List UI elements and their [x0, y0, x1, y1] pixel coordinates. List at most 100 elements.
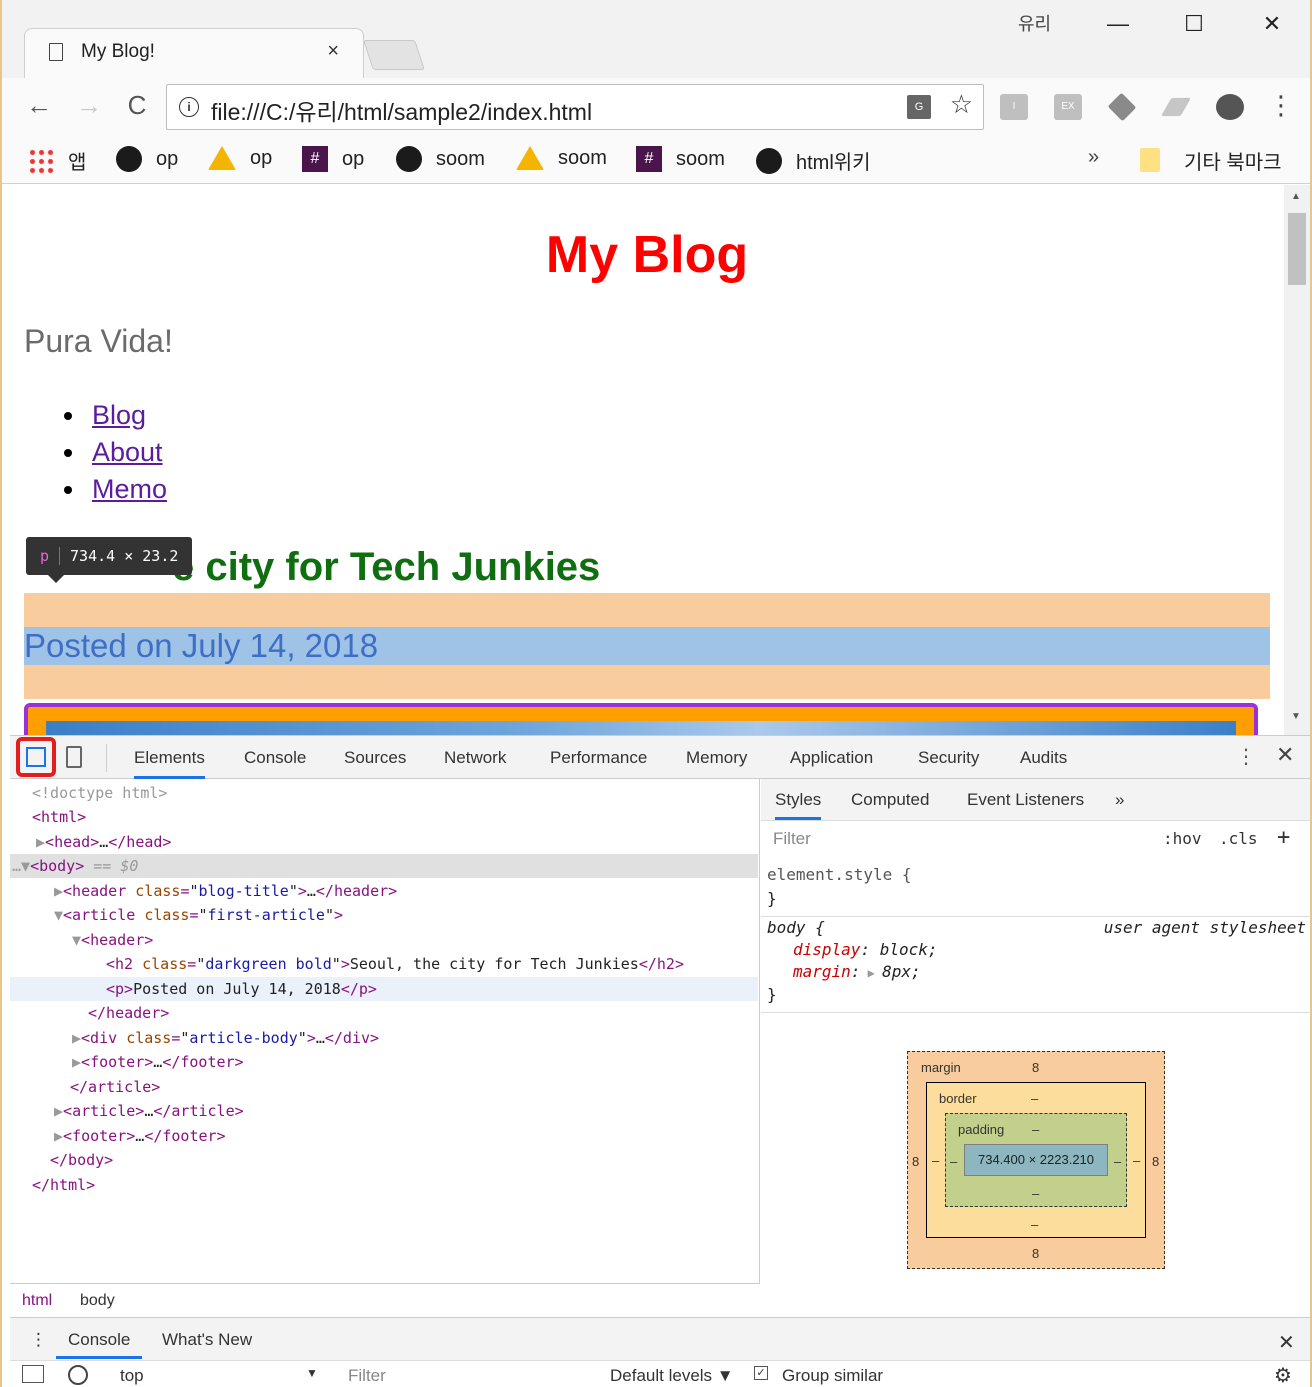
group-similar-checkbox[interactable]: ✓	[754, 1366, 768, 1380]
tab-performance[interactable]: Performance	[550, 748, 647, 768]
dom-h2[interactable]: <h2 class="darkgreen bold">Seoul, the ci…	[10, 952, 758, 976]
dom-footer[interactable]: ▶<footer>…</footer>	[10, 1124, 758, 1148]
minimize-button[interactable]: —	[1088, 6, 1148, 42]
dom-head[interactable]: ▶<head>…</head>	[10, 830, 758, 854]
url-text[interactable]: file:///C:/유리/html/sample2/index.html	[211, 93, 592, 127]
dom-article-first[interactable]: ▼<article class="first-article">	[10, 903, 758, 927]
nav-link-about[interactable]: About	[92, 437, 163, 467]
browser-tab[interactable]: My Blog! ×	[24, 28, 364, 78]
tab-computed[interactable]: Computed	[851, 790, 929, 810]
breadcrumb-body[interactable]: body	[80, 1292, 115, 1310]
tab-styles[interactable]: Styles	[775, 790, 822, 820]
dom-header[interactable]: ▼<header>	[10, 928, 758, 952]
styles-more-button[interactable]: »	[1115, 790, 1124, 810]
extension-layers-icon[interactable]	[1107, 92, 1137, 122]
log-levels-select[interactable]: Default levels ▼	[610, 1366, 734, 1386]
device-toolbar-icon[interactable]	[66, 746, 82, 768]
sidebar-toggle-icon[interactable]	[22, 1365, 44, 1383]
bookmark-item[interactable]: # op	[302, 146, 364, 172]
box-model-content[interactable]: 734.400 × 2223.210	[964, 1144, 1108, 1176]
page-scrollbar[interactable]: ▲ ▼	[1284, 185, 1310, 735]
info-icon[interactable]: i	[179, 97, 199, 117]
tab-application[interactable]: Application	[790, 748, 873, 768]
dom-div-article-body[interactable]: ▶<div class="article-body">…</div>	[10, 1026, 758, 1050]
maximize-button[interactable]: ☐	[1164, 6, 1224, 42]
close-window-button[interactable]: ✕	[1242, 6, 1302, 42]
tab-network[interactable]: Network	[444, 748, 506, 768]
scroll-down-icon[interactable]: ▼	[1291, 711, 1301, 722]
scroll-thumb[interactable]	[1288, 213, 1306, 285]
drawer-tab-console[interactable]: Console	[56, 1330, 143, 1359]
clear-console-icon[interactable]	[68, 1365, 88, 1385]
dom-doctype[interactable]: <!doctype html>	[10, 781, 758, 805]
dom-html[interactable]: <html>	[10, 805, 758, 829]
console-settings-gear-icon[interactable]: ⚙	[1274, 1363, 1292, 1387]
dom-p-hovered[interactable]: <p>Posted on July 14, 2018</p>	[10, 977, 758, 1001]
address-bar[interactable]: i file:///C:/유리/html/sample2/index.html …	[166, 84, 984, 130]
devtools-menu-icon[interactable]: ⋮	[1236, 744, 1256, 769]
other-bookmarks[interactable]: 기타 북마크	[1184, 146, 1282, 175]
translate-icon[interactable]: G	[907, 95, 931, 119]
article-image	[46, 721, 1236, 735]
bookmark-item[interactable]: op	[116, 146, 178, 172]
bookmark-item[interactable]: html위키	[756, 146, 871, 175]
tab-sources[interactable]: Sources	[344, 748, 406, 768]
folder-icon[interactable]	[1140, 148, 1160, 172]
tab-memory[interactable]: Memory	[686, 748, 747, 768]
dom-footer-inner[interactable]: ▶<footer>…</footer>	[10, 1050, 758, 1074]
console-filter-input[interactable]: Filter	[348, 1366, 386, 1386]
inspect-element-icon[interactable]	[16, 737, 56, 777]
element-style-rule[interactable]: element.style { }	[761, 863, 1310, 917]
drawer-tab-whats-new[interactable]: What's New	[162, 1330, 252, 1350]
chrome-menu-icon[interactable]: ⋮	[1268, 90, 1294, 121]
cls-toggle[interactable]: .cls	[1219, 829, 1258, 848]
dom-article-close[interactable]: </article>	[10, 1075, 758, 1099]
drawer-close-icon[interactable]: ✕	[1278, 1330, 1295, 1355]
box-model-border[interactable]: border – – – – padding – – – – 734.400 ×…	[926, 1082, 1146, 1238]
bookmark-item[interactable]: # soom	[636, 146, 725, 172]
box-model-padding[interactable]: padding – – – – 734.400 × 2223.210	[945, 1113, 1127, 1207]
new-tab-button[interactable]	[363, 40, 425, 70]
bookmark-apps[interactable]: 앱	[28, 146, 86, 175]
drawer-menu-icon[interactable]: ⋮	[30, 1330, 47, 1350]
new-rule-button[interactable]: +	[1277, 825, 1290, 850]
box-model-margin[interactable]: margin 8 8 8 8 border – – – – padding – …	[907, 1051, 1165, 1269]
devtools-close-icon[interactable]: ✕	[1276, 742, 1294, 768]
dom-html-close[interactable]: </html>	[10, 1173, 758, 1197]
dom-header-close[interactable]: </header>	[10, 1001, 758, 1025]
extension-ex-icon[interactable]: EX	[1054, 94, 1082, 120]
scroll-up-icon[interactable]: ▲	[1291, 191, 1301, 202]
breadcrumb: html body	[10, 1283, 760, 1317]
tab-security[interactable]: Security	[918, 748, 979, 768]
tab-event-listeners[interactable]: Event Listeners	[967, 790, 1084, 810]
hov-toggle[interactable]: :hov	[1163, 829, 1202, 848]
extension-evernote-icon[interactable]	[1216, 94, 1244, 120]
styles-filter-input[interactable]: Filter	[765, 825, 1145, 855]
nav-link-memo[interactable]: Memo	[92, 474, 167, 504]
dom-article-second[interactable]: ▶<article>…</article>	[10, 1099, 758, 1123]
bookmarks-more-button[interactable]: »	[1088, 146, 1099, 169]
dom-body-selected[interactable]: …▼<body> == $0	[10, 854, 758, 878]
bookmark-item[interactable]: soom	[396, 146, 485, 172]
reload-button[interactable]: C	[120, 90, 154, 121]
back-button[interactable]: ←	[22, 90, 56, 121]
bookmark-star-icon[interactable]: ☆	[950, 89, 973, 120]
tab-elements[interactable]: Elements	[134, 748, 205, 779]
tab-audits[interactable]: Audits	[1020, 748, 1067, 768]
context-select[interactable]: top	[120, 1366, 144, 1386]
body-ua-rule[interactable]: body { user agent stylesheet display: bl…	[761, 917, 1310, 1013]
console-drawer: ⋮ Console What's New ✕ top ▼ Filter Defa…	[10, 1317, 1310, 1387]
bookmark-item[interactable]: soom	[516, 146, 607, 170]
chevron-down-icon[interactable]: ▼	[306, 1366, 318, 1380]
dom-body-close[interactable]: </body>	[10, 1148, 758, 1172]
breadcrumb-html[interactable]: html	[22, 1292, 52, 1310]
tab-console[interactable]: Console	[244, 748, 306, 768]
nav-link-blog[interactable]: Blog	[92, 400, 146, 430]
extension-i-icon[interactable]: I	[1000, 94, 1028, 120]
bookmark-item[interactable]: op	[208, 146, 272, 170]
dom-header-blog-title[interactable]: ▶<header class="blog-title">…</header>	[10, 879, 758, 903]
extension-pen-icon[interactable]	[1160, 97, 1192, 117]
tab-close-icon[interactable]: ×	[327, 40, 339, 63]
forward-button[interactable]: →	[72, 90, 106, 121]
profile-name[interactable]: 유리	[1018, 10, 1051, 36]
